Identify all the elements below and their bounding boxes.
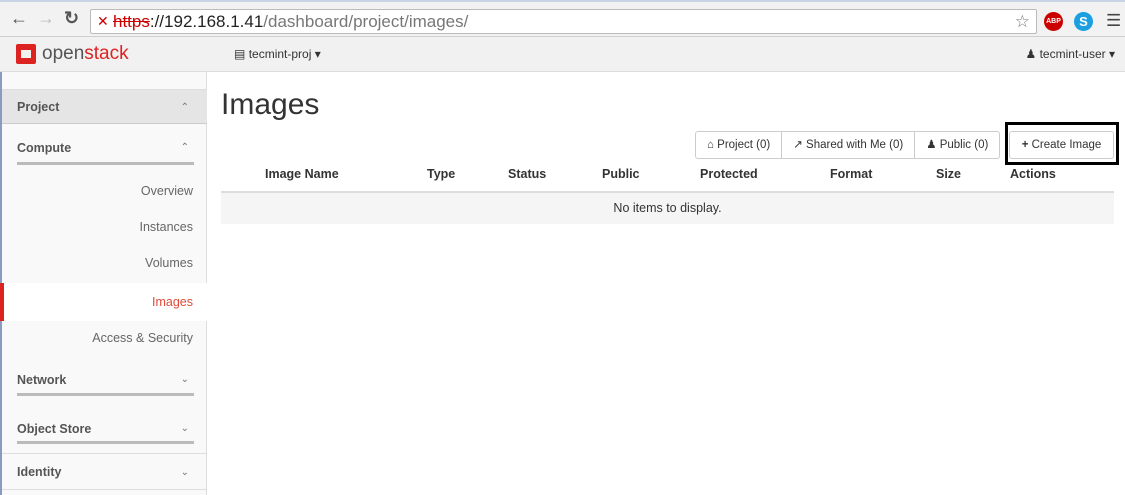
logo-icon <box>16 44 36 64</box>
adblock-icon[interactable]: ABP <box>1044 12 1063 31</box>
user-icon: ♟ <box>1025 47 1037 61</box>
chevron-up-icon: ⌃ <box>180 102 189 113</box>
divider <box>17 393 194 396</box>
column-header-format[interactable]: Format <box>830 167 872 181</box>
sidebar-section-network[interactable]: Network ⌄ <box>2 370 207 390</box>
chevron-down-icon: ⌄ <box>180 374 189 385</box>
column-header-image-name[interactable]: Image Name <box>265 167 339 181</box>
column-header-public[interactable]: Public <box>602 167 640 181</box>
project-icon: ▤ <box>234 47 246 61</box>
sidebar: Project ⌃ Compute ⌃ Overview Instances Vol… <box>0 72 207 495</box>
bookmark-star-icon[interactable]: ☆ <box>1015 10 1030 33</box>
sidebar-item-volumes[interactable]: Volumes <box>2 256 207 270</box>
chevron-down-icon: ⌄ <box>180 467 189 478</box>
openstack-logo[interactable]: openstack <box>16 43 129 65</box>
forward-icon[interactable]: → <box>37 8 55 29</box>
column-header-type[interactable]: Type <box>427 167 455 181</box>
sidebar-item-access-security[interactable]: Access & Security <box>2 331 207 345</box>
sidebar-item-overview[interactable]: Overview <box>2 184 207 198</box>
create-image-button[interactable]: + Create Image <box>1009 131 1114 159</box>
users-icon: ♟ <box>926 139 937 151</box>
skype-icon[interactable]: S <box>1074 12 1093 31</box>
sidebar-section-object-store[interactable]: Object Store ⌄ <box>2 419 207 439</box>
reload-icon[interactable]: ↻ <box>64 8 79 29</box>
sidebar-item-images[interactable]: Images <box>0 283 207 321</box>
sidebar-section-project[interactable]: Project ⌃ <box>2 89 207 124</box>
chevron-down-icon: ⌄ <box>180 423 189 434</box>
column-header-protected[interactable]: Protected <box>700 167 758 181</box>
page-title: Images <box>221 88 320 121</box>
filter-project-button[interactable]: ⌂ Project (0) <box>695 131 783 159</box>
sidebar-section-compute[interactable]: Compute ⌃ <box>2 138 207 158</box>
top-nav: openstack ▤ tecmint-proj ▾ ♟ tecmint-use… <box>0 37 1125 72</box>
sidebar-section-identity[interactable]: Identity ⌄ <box>2 453 207 490</box>
divider <box>17 441 194 444</box>
column-header-actions: Actions <box>1010 167 1056 181</box>
project-selector[interactable]: ▤ tecmint-proj ▾ <box>234 47 321 61</box>
browser-toolbar: ← → ↻ ✕ https://192.168.1.41/dashboard/pr… <box>0 0 1125 37</box>
address-bar[interactable]: ✕ https://192.168.1.41/dashboard/project/… <box>90 9 1037 34</box>
user-menu[interactable]: ♟ tecmint-user ▾ <box>1025 47 1115 61</box>
home-icon: ⌂ <box>707 139 714 151</box>
empty-table-message: No items to display. <box>221 193 1114 224</box>
caret-down-icon: ▾ <box>1108 47 1115 61</box>
column-header-status[interactable]: Status <box>508 167 546 181</box>
plus-icon: + <box>1021 139 1029 151</box>
column-header-size[interactable]: Size <box>936 167 961 181</box>
insecure-lock-icon: ✕ <box>97 13 109 29</box>
caret-down-icon: ▾ <box>314 47 321 61</box>
sidebar-item-instances[interactable]: Instances <box>2 220 207 234</box>
filter-public-button[interactable]: ♟ Public (0) <box>914 131 1001 159</box>
divider <box>17 162 194 165</box>
browser-menu-icon[interactable]: ☰ <box>1106 11 1121 31</box>
share-icon: ↗ <box>793 139 803 151</box>
filter-button-group: ⌂ Project (0) ↗ Shared with Me (0) ♟ Pub… <box>695 131 1001 159</box>
chevron-up-icon: ⌃ <box>180 142 189 153</box>
filter-shared-button[interactable]: ↗ Shared with Me (0) <box>781 131 916 159</box>
back-icon[interactable]: ← <box>10 8 28 29</box>
